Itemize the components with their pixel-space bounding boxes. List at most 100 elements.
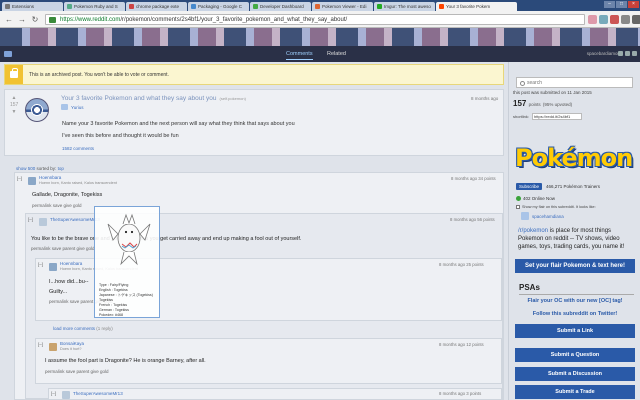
show-count[interactable]: show 500 xyxy=(16,166,35,171)
comment-author[interactable]: Hoennbara xyxy=(39,175,61,180)
maximize-icon[interactable]: □ xyxy=(616,1,627,8)
shortlink-row: shortlink: https://redd.it/2s4bf1 xyxy=(513,113,583,120)
search-input[interactable]: search xyxy=(516,77,633,88)
browser-tab[interactable]: Developer Dashboard xyxy=(250,2,311,11)
show-flair-toggle[interactable]: Show my flair on this subreddit. It look… xyxy=(516,205,596,209)
browser-tab[interactable]: Extensions xyxy=(2,2,63,11)
post-title[interactable]: Your 3 favorite Pokemon and what they sa… xyxy=(61,95,246,102)
set-flair-button[interactable]: Set your flair Pokemon & text here! xyxy=(515,259,635,273)
collapse-toggle[interactable]: [–] xyxy=(38,262,43,267)
psa-link[interactable]: Flair your OC with our new [OC] tag! xyxy=(516,298,634,304)
comments-count-link[interactable]: 1582 comments xyxy=(62,146,94,151)
comment-sort-row: show 500 sorted by: top xyxy=(16,166,64,171)
comment-author[interactable]: TheSuperAwesomeMr13 xyxy=(50,217,100,222)
archive-notice: This is an archived post. You won't be a… xyxy=(4,64,504,85)
divider xyxy=(519,294,634,295)
preferences-icon[interactable] xyxy=(625,51,630,56)
reload-icon[interactable]: ↻ xyxy=(30,15,40,25)
load-more-comments[interactable]: load more comments (1 reply) xyxy=(53,326,113,331)
subscribe-button[interactable]: Subscribe xyxy=(516,183,543,190)
extension-icon[interactable] xyxy=(588,15,597,24)
menu-toggle-icon[interactable] xyxy=(4,51,12,57)
tab-favicon-icon xyxy=(377,4,382,9)
collapse-toggle[interactable]: [–] xyxy=(51,391,56,396)
comment-author[interactable]: BonsaiKaya xyxy=(60,341,84,346)
submit-link-button[interactable]: Submit a Link xyxy=(515,324,635,338)
tab-favicon-icon xyxy=(315,4,320,9)
post-thumbnail-pokeball[interactable] xyxy=(25,98,49,122)
comment-text: Guilty... xyxy=(49,289,68,295)
extension-icon[interactable] xyxy=(599,15,608,24)
online-dot-icon xyxy=(516,196,521,201)
tab-favicon-icon xyxy=(129,4,134,9)
browser-tab[interactable]: Pokemon Viewer - Edi xyxy=(312,2,373,11)
author-flair-icon xyxy=(61,104,68,110)
subscribe-row: Subscribe 466,271 Pokémon Trainers xyxy=(516,183,600,190)
browser-tab-active[interactable]: Your 3 favorite Pokem xyxy=(436,2,517,11)
comment-text: You like to be the brave one and you som… xyxy=(31,236,302,242)
subreddit-description: /r/pokemon is place for most things Poke… xyxy=(518,228,625,250)
tab-favicon-icon xyxy=(67,4,72,9)
tab-comments[interactable]: Comments xyxy=(286,49,313,60)
logout-icon[interactable] xyxy=(632,51,637,56)
subscriber-count: 466,271 Pokémon Trainers xyxy=(546,184,601,189)
extension-icon[interactable] xyxy=(621,15,630,24)
subreddit-logo[interactable]: Pokémon xyxy=(515,140,633,176)
points-display: 157 points (95% upvoted) xyxy=(513,99,573,108)
collapse-toggle[interactable]: [–] xyxy=(38,342,43,347)
username[interactable]: spacebardiamon xyxy=(587,50,620,58)
sort-select[interactable]: top xyxy=(58,166,64,171)
user-icons xyxy=(618,51,637,56)
submit-question-button[interactable]: Submit a Question xyxy=(515,348,635,362)
post-author[interactable]: Yurius xyxy=(71,105,84,110)
extension-icon[interactable] xyxy=(610,15,619,24)
comment-text: I...how did...bu-- xyxy=(49,279,89,285)
comment-meta: 8 months ago 25 points xyxy=(439,262,484,267)
mail-icon[interactable] xyxy=(618,51,623,56)
collapse-toggle[interactable]: [–] xyxy=(28,217,33,222)
comment-actions[interactable]: permalink save parent give gold xyxy=(31,246,95,251)
checkbox-icon[interactable] xyxy=(516,205,520,209)
comment-meta: 8 months ago 3 points xyxy=(439,391,482,396)
minimize-icon[interactable]: – xyxy=(604,1,615,8)
url-input[interactable]: https://www.reddit.com/r/pokemon/comment… xyxy=(45,14,585,25)
post-domain[interactable]: (self.pokemon) xyxy=(220,96,246,101)
address-bar-row: ← → ↻ https://www.reddit.com/r/pokemon/c… xyxy=(0,11,640,28)
tab-related[interactable]: Related xyxy=(327,49,346,59)
post-score: 157 xyxy=(10,102,19,108)
pokemon-hover-popup: Type : Fairy/Flying English : Togekiss J… xyxy=(94,206,160,318)
shortlink-input[interactable]: https://redd.it/2s4bf1 xyxy=(532,113,583,120)
post-author-row: Yurius xyxy=(61,104,84,110)
comment-actions[interactable]: permalink save give gold xyxy=(32,203,82,208)
comment-author[interactable]: TheSuperAwesomeMr13 xyxy=(73,391,123,396)
submit-discussion-button[interactable]: Submit a Discussion xyxy=(515,367,635,381)
browser-tab[interactable]: Imgur: The most aweso xyxy=(374,2,435,11)
browser-tab[interactable]: Packaging - Google C xyxy=(188,2,249,11)
submit-trade-button[interactable]: Submit a Trade xyxy=(515,385,635,399)
browser-tab[interactable]: chrome package exte xyxy=(126,2,187,11)
collapse-toggle[interactable]: [–] xyxy=(17,176,22,181)
comment-author[interactable]: Hoennbara xyxy=(60,261,82,266)
archive-message: This is an archived post. You won't be a… xyxy=(29,72,169,78)
pokemon-info: Type : Fairy/Flying English : Togekiss J… xyxy=(99,283,153,317)
comment-avatar xyxy=(62,391,70,399)
comment: [–] Hoennbara Hoenn born, Kanto raised, … xyxy=(14,172,504,400)
forward-icon[interactable]: → xyxy=(17,15,27,25)
comment-meta: 8 months ago 12 points xyxy=(439,342,484,347)
comment-text: Gallade, Dragonite, Togekiss xyxy=(32,192,103,198)
back-icon[interactable]: ← xyxy=(4,15,14,25)
upvote-icon[interactable]: ▲ xyxy=(10,95,18,102)
comment-actions[interactable]: permalink save parent give gold xyxy=(45,369,109,374)
browser-tab[interactable]: Pokemon Ruby and S xyxy=(64,2,125,11)
window-controls: – □ × xyxy=(604,1,639,8)
extension-icons xyxy=(588,15,640,24)
user-flair: Does it hurt? xyxy=(60,347,82,351)
menu-icon[interactable] xyxy=(632,15,640,24)
psa-link[interactable]: Follow this subreddit on Twitter! xyxy=(516,311,634,317)
post-body-line: Name your 3 favorite Pokemon and the nex… xyxy=(62,121,295,127)
comment-avatar xyxy=(49,343,57,351)
close-icon[interactable]: × xyxy=(628,1,639,8)
lock-icon xyxy=(49,17,56,23)
downvote-icon[interactable]: ▼ xyxy=(10,109,18,116)
banner-image xyxy=(0,28,640,46)
